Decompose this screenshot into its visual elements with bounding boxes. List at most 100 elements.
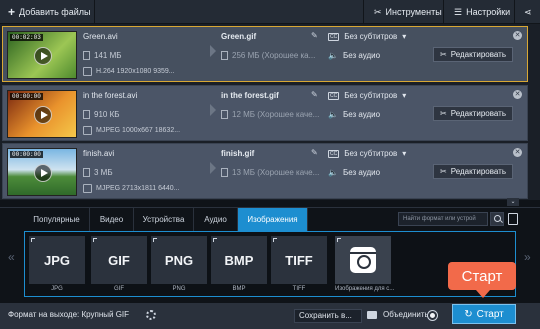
file-icon <box>83 110 90 119</box>
collapse-panel-icon[interactable]: ⌄ <box>507 198 519 206</box>
chevron-down-icon: ▾ <box>402 91 407 100</box>
video-thumbnail[interactable]: 00:02:03 <box>7 31 77 79</box>
edit-button[interactable]: ✂ Редактировать <box>433 164 513 179</box>
folder-icon[interactable] <box>367 311 377 319</box>
chevron-down-icon: ▾ <box>402 32 407 41</box>
convert-arrow-icon <box>210 104 216 116</box>
file-row[interactable]: 00:02:03 Green.avi 141 МБ H.264 1920x108… <box>2 26 528 82</box>
source-info-group: MJPEG 1000x667 18632... <box>83 126 180 135</box>
audio-dropdown[interactable]: 🔈 Без аудио <box>328 110 380 119</box>
format-bmp[interactable]: BMP BMP <box>211 236 267 296</box>
video-thumbnail[interactable]: 00:00:00 <box>7 90 77 138</box>
scissors-icon: ✂ <box>440 50 447 59</box>
format-instagram[interactable]: Изображения для с... <box>335 236 394 296</box>
tab-popular[interactable]: Популярные <box>24 208 90 231</box>
merge-toggle[interactable] <box>428 311 437 320</box>
remove-file-icon[interactable]: ✕ <box>513 90 522 99</box>
tab-images[interactable]: Изображения <box>238 208 308 231</box>
audio-label: Без аудио <box>342 51 381 60</box>
format-label: JPG <box>51 286 63 292</box>
output-format-label: Формат на выходе: Крупный GIF <box>8 310 130 319</box>
subtitles-icon: CC <box>328 91 340 100</box>
scissors-icon: ✂ <box>440 109 447 118</box>
settings-label: Настройки <box>466 7 511 17</box>
output-size-group: 12 МБ (Хорошее каче... <box>221 110 319 119</box>
start-button[interactable]: ↻ Старт <box>452 304 516 324</box>
png-tile: PNG <box>151 236 207 284</box>
audio-dropdown[interactable]: 🔈 Без аудио <box>328 51 380 60</box>
timecode: 00:00:00 <box>10 151 43 158</box>
output-filename: Green.gif <box>221 32 257 41</box>
file-row[interactable]: 00:00:00 finish.avi 3 МБ MJPEG 2713x1811… <box>2 143 528 199</box>
scroll-right-icon[interactable]: » <box>524 250 531 264</box>
main-toolbar: + Добавить файлы ✂ Инструменты ☰ Настрой… <box>0 0 540 24</box>
edit-button[interactable]: ✂ Редактировать <box>433 106 513 121</box>
source-size: 141 МБ <box>94 51 122 60</box>
remove-file-icon[interactable]: ✕ <box>513 148 522 157</box>
audio-dropdown[interactable]: 🔈 Без аудио <box>328 168 380 177</box>
convert-arrow-icon <box>210 162 216 174</box>
source-size-group: 3 МБ <box>83 168 113 177</box>
play-icon[interactable] <box>34 47 52 65</box>
edit-label: Редактировать <box>450 167 506 176</box>
bmp-tile: BMP <box>211 236 267 284</box>
tab-video[interactable]: Видео <box>90 208 134 231</box>
jpg-tile-text: JPG <box>43 252 70 268</box>
tab-audio[interactable]: Аудио <box>194 208 238 231</box>
rename-pencil-icon[interactable]: ✎ <box>311 31 318 40</box>
source-size-group: 910 КБ <box>83 110 119 119</box>
format-label: TIFF <box>292 286 306 292</box>
format-search-input[interactable]: Найти формат или устрой <box>398 212 488 226</box>
gear-icon[interactable] <box>146 310 156 320</box>
source-info: MJPEG 2713x1811 6440... <box>96 185 180 192</box>
subtitles-icon: CC <box>328 149 340 158</box>
video-info-icon <box>83 184 92 193</box>
tools-icon: ✂ <box>374 6 382 17</box>
add-files-label: Добавить файлы <box>19 7 91 17</box>
search-icon[interactable] <box>490 212 504 226</box>
add-files-button[interactable]: + Добавить файлы <box>2 0 96 24</box>
subtitles-label: Без субтитров <box>344 91 398 100</box>
scroll-left-icon[interactable]: « <box>8 250 15 264</box>
output-size-group: 13 МБ (Хорошее каче... <box>221 168 319 177</box>
subtitles-dropdown[interactable]: CC Без субтитров ▾ <box>328 149 406 158</box>
file-icon <box>83 168 90 177</box>
audio-label: Без аудио <box>342 168 381 177</box>
remove-file-icon[interactable]: ✕ <box>513 31 522 40</box>
source-filename: in the forest.avi <box>83 91 138 100</box>
edit-button[interactable]: ✂ Редактировать <box>433 47 513 62</box>
format-label: BMP <box>232 286 246 292</box>
format-tiff[interactable]: TIFF TIFF <box>271 236 327 296</box>
tools-button[interactable]: ✂ Инструменты <box>368 0 448 24</box>
start-label: Старт <box>476 308 504 320</box>
rename-pencil-icon[interactable]: ✎ <box>311 148 318 157</box>
jpg-tile: JPG <box>29 236 85 284</box>
bmp-tile-text: BMP <box>224 252 254 268</box>
output-filename: in the forest.gif <box>221 91 279 100</box>
share-button[interactable]: ⋖ <box>518 0 538 24</box>
output-size: 12 МБ (Хорошее каче... <box>232 110 320 119</box>
tab-devices[interactable]: Устройства <box>134 208 194 231</box>
format-jpg[interactable]: JPG JPG <box>29 236 85 296</box>
edit-label: Редактировать <box>450 50 506 59</box>
play-icon[interactable] <box>34 164 52 182</box>
format-png[interactable]: PNG PNG <box>151 236 207 296</box>
subtitles-dropdown[interactable]: CC Без субтитров ▾ <box>328 91 406 100</box>
source-info-group: H.264 1920x1080 9359... <box>83 67 175 76</box>
output-size-group: 256 МБ (Хорошее ка... <box>221 51 315 60</box>
gif-tile: GIF <box>91 236 147 284</box>
file-row[interactable]: 00:00:00 in the forest.avi 910 КБ MJPEG … <box>2 85 528 141</box>
rename-pencil-icon[interactable]: ✎ <box>311 90 318 99</box>
save-location-select[interactable]: Сохранить в... <box>294 309 362 323</box>
video-thumbnail[interactable]: 00:00:00 <box>7 148 77 196</box>
file-icon <box>221 110 228 119</box>
source-info: H.264 1920x1080 9359... <box>96 68 175 75</box>
settings-button[interactable]: ☰ Настройки <box>448 0 516 24</box>
output-size: 13 МБ (Хорошее каче... <box>232 168 320 177</box>
play-icon[interactable] <box>34 106 52 124</box>
menu-icon: ☰ <box>454 6 463 17</box>
file-list: 00:02:03 Green.avi 141 МБ H.264 1920x108… <box>0 24 540 200</box>
format-gif[interactable]: GIF GIF <box>91 236 147 296</box>
subtitles-dropdown[interactable]: CC Без субтитров ▾ <box>328 32 406 41</box>
device-detect-icon[interactable] <box>508 213 518 225</box>
